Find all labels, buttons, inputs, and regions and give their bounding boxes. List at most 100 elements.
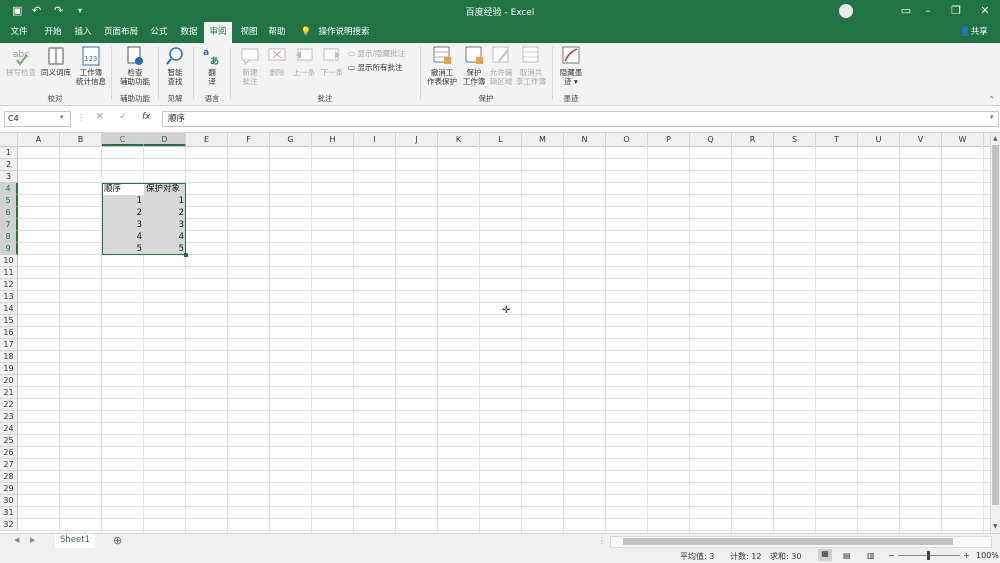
column-header[interactable]: A bbox=[18, 133, 60, 146]
protect-workbook-button[interactable]: 保护 工作簿 bbox=[460, 45, 488, 86]
row-header[interactable]: 1 bbox=[0, 147, 18, 159]
column-header[interactable]: T bbox=[816, 133, 858, 146]
tab-home[interactable]: 开始 bbox=[40, 22, 66, 43]
unshare-workbook-button[interactable]: 取消共 享工作簿 bbox=[514, 45, 548, 86]
tab-insert[interactable]: 插入 bbox=[70, 22, 96, 43]
tab-review[interactable]: 审阅 bbox=[204, 22, 232, 43]
table-cell[interactable]: 3 bbox=[144, 219, 186, 231]
row-header[interactable]: 3 bbox=[0, 171, 18, 183]
column-header[interactable]: K bbox=[438, 133, 480, 146]
expand-formula-bar-icon[interactable]: ▾ bbox=[990, 113, 994, 121]
hide-ink-button[interactable]: 隐藏墨迹 ▾ bbox=[556, 45, 586, 86]
column-header[interactable]: Q bbox=[690, 133, 732, 146]
smart-lookup-button[interactable]: 智能 查找 bbox=[162, 45, 188, 86]
column-header[interactable]: R bbox=[732, 133, 774, 146]
zoom-out-icon[interactable]: − bbox=[888, 551, 895, 560]
show-hide-comment-button[interactable]: ▭ 显示/隐藏批注 bbox=[348, 48, 405, 59]
row-header[interactable]: 13 bbox=[0, 291, 18, 303]
vertical-scrollbar[interactable]: ▲ ▼ bbox=[990, 133, 1000, 533]
column-header[interactable]: F bbox=[228, 133, 270, 146]
minimize-icon[interactable]: – bbox=[918, 3, 938, 19]
row-header[interactable]: 28 bbox=[0, 471, 18, 483]
tab-file[interactable]: 文件 bbox=[6, 22, 32, 43]
column-header[interactable]: P bbox=[648, 133, 690, 146]
check-accessibility-button[interactable]: 检查 辅助功能 bbox=[117, 45, 153, 86]
row-header[interactable]: 22 bbox=[0, 399, 18, 411]
table-cell[interactable]: 5 bbox=[144, 243, 186, 255]
insert-function-icon[interactable]: fx bbox=[142, 112, 151, 122]
close-icon[interactable]: ✕ bbox=[975, 3, 995, 19]
column-header[interactable]: V bbox=[900, 133, 942, 146]
workbook-statistics-button[interactable]: 123 工作簿 统计信息 bbox=[75, 45, 107, 86]
table-cell[interactable]: 2 bbox=[102, 207, 144, 219]
tab-view[interactable]: 视图 bbox=[236, 22, 262, 43]
horizontal-scroll-thumb[interactable] bbox=[623, 538, 953, 545]
table-cell[interactable]: 4 bbox=[102, 231, 144, 243]
worksheet-grid[interactable]: ABCDEFGHIJKLMNOPQRSTUVW 1 2 3 4 5 6 7 8 9 10 11 12 1… bbox=[0, 133, 990, 533]
column-header[interactable]: G bbox=[270, 133, 312, 146]
row-header[interactable]: 15 bbox=[0, 315, 18, 327]
column-header[interactable]: O bbox=[606, 133, 648, 146]
tab-page-layout[interactable]: 页面布局 bbox=[102, 22, 140, 43]
row-header[interactable]: 24 bbox=[0, 423, 18, 435]
table-cell[interactable]: 5 bbox=[102, 243, 144, 255]
new-sheet-icon[interactable]: ⊕ bbox=[113, 534, 122, 547]
row-header[interactable]: 18 bbox=[0, 351, 18, 363]
scroll-up-icon[interactable]: ▲ bbox=[993, 135, 998, 142]
column-header[interactable]: M bbox=[522, 133, 564, 146]
cancel-icon[interactable]: ✕ bbox=[96, 112, 104, 122]
row-header[interactable]: 2 bbox=[0, 159, 18, 171]
select-all-corner[interactable] bbox=[0, 133, 18, 146]
row-header[interactable]: 8 bbox=[0, 231, 18, 243]
row-header[interactable]: 30 bbox=[0, 495, 18, 507]
tell-me-search[interactable]: 操作说明搜索 bbox=[316, 22, 372, 43]
row-header[interactable]: 20 bbox=[0, 375, 18, 387]
row-header[interactable]: 21 bbox=[0, 387, 18, 399]
tab-data[interactable]: 数据 bbox=[176, 22, 202, 43]
new-comment-button[interactable]: 新建 批注 bbox=[236, 45, 264, 86]
row-header[interactable]: 17 bbox=[0, 339, 18, 351]
tab-split-icon[interactable]: ⋮ bbox=[598, 536, 606, 545]
row-header[interactable]: 14 bbox=[0, 303, 18, 315]
column-header[interactable]: S bbox=[774, 133, 816, 146]
table-cell[interactable]: 2 bbox=[144, 207, 186, 219]
row-header[interactable]: 9 bbox=[0, 243, 18, 255]
table-header-cell[interactable]: 顺序 bbox=[102, 183, 144, 195]
table-cell[interactable]: 3 bbox=[102, 219, 144, 231]
next-sheet-icon[interactable]: ▶ bbox=[30, 536, 35, 544]
column-header[interactable]: L bbox=[480, 133, 522, 146]
row-header[interactable]: 4 bbox=[0, 183, 18, 195]
row-header[interactable]: 5 bbox=[0, 195, 18, 207]
column-header[interactable]: W bbox=[942, 133, 984, 146]
column-header[interactable]: B bbox=[60, 133, 102, 146]
account-avatar[interactable] bbox=[816, 3, 876, 19]
row-header[interactable]: 29 bbox=[0, 483, 18, 495]
normal-view-icon[interactable]: ▦ bbox=[818, 549, 832, 561]
tab-help[interactable]: 帮助 bbox=[264, 22, 290, 43]
thesaurus-button[interactable]: 同义词库 bbox=[39, 45, 73, 77]
table-header-cell[interactable]: 保护对象 bbox=[144, 183, 186, 195]
table-cell[interactable]: 1 bbox=[102, 195, 144, 207]
table-cell[interactable]: 1 bbox=[144, 195, 186, 207]
page-break-view-icon[interactable]: ▥ bbox=[867, 551, 875, 560]
column-header[interactable]: I bbox=[354, 133, 396, 146]
row-header[interactable]: 12 bbox=[0, 279, 18, 291]
ribbon-display-options-icon[interactable]: ▭ bbox=[896, 3, 916, 19]
prev-sheet-icon[interactable]: ◀ bbox=[14, 536, 19, 544]
row-header[interactable]: 32 bbox=[0, 519, 18, 531]
tab-formulas[interactable]: 公式 bbox=[146, 22, 172, 43]
translate-button[interactable]: aあ 翻译 bbox=[199, 45, 225, 86]
row-header[interactable]: 7 bbox=[0, 219, 18, 231]
zoom-level[interactable]: 100% bbox=[976, 551, 999, 560]
row-header[interactable]: 10 bbox=[0, 255, 18, 267]
row-header[interactable]: 16 bbox=[0, 327, 18, 339]
row-header[interactable]: 11 bbox=[0, 267, 18, 279]
previous-comment-button[interactable]: 上一条 bbox=[290, 45, 318, 77]
row-header[interactable]: 6 bbox=[0, 207, 18, 219]
column-header[interactable]: H bbox=[312, 133, 354, 146]
column-header[interactable]: N bbox=[564, 133, 606, 146]
column-header[interactable]: J bbox=[396, 133, 438, 146]
formula-input[interactable]: 顺序 bbox=[162, 111, 999, 127]
column-header[interactable]: D bbox=[144, 133, 186, 146]
horizontal-scrollbar[interactable] bbox=[610, 536, 992, 548]
